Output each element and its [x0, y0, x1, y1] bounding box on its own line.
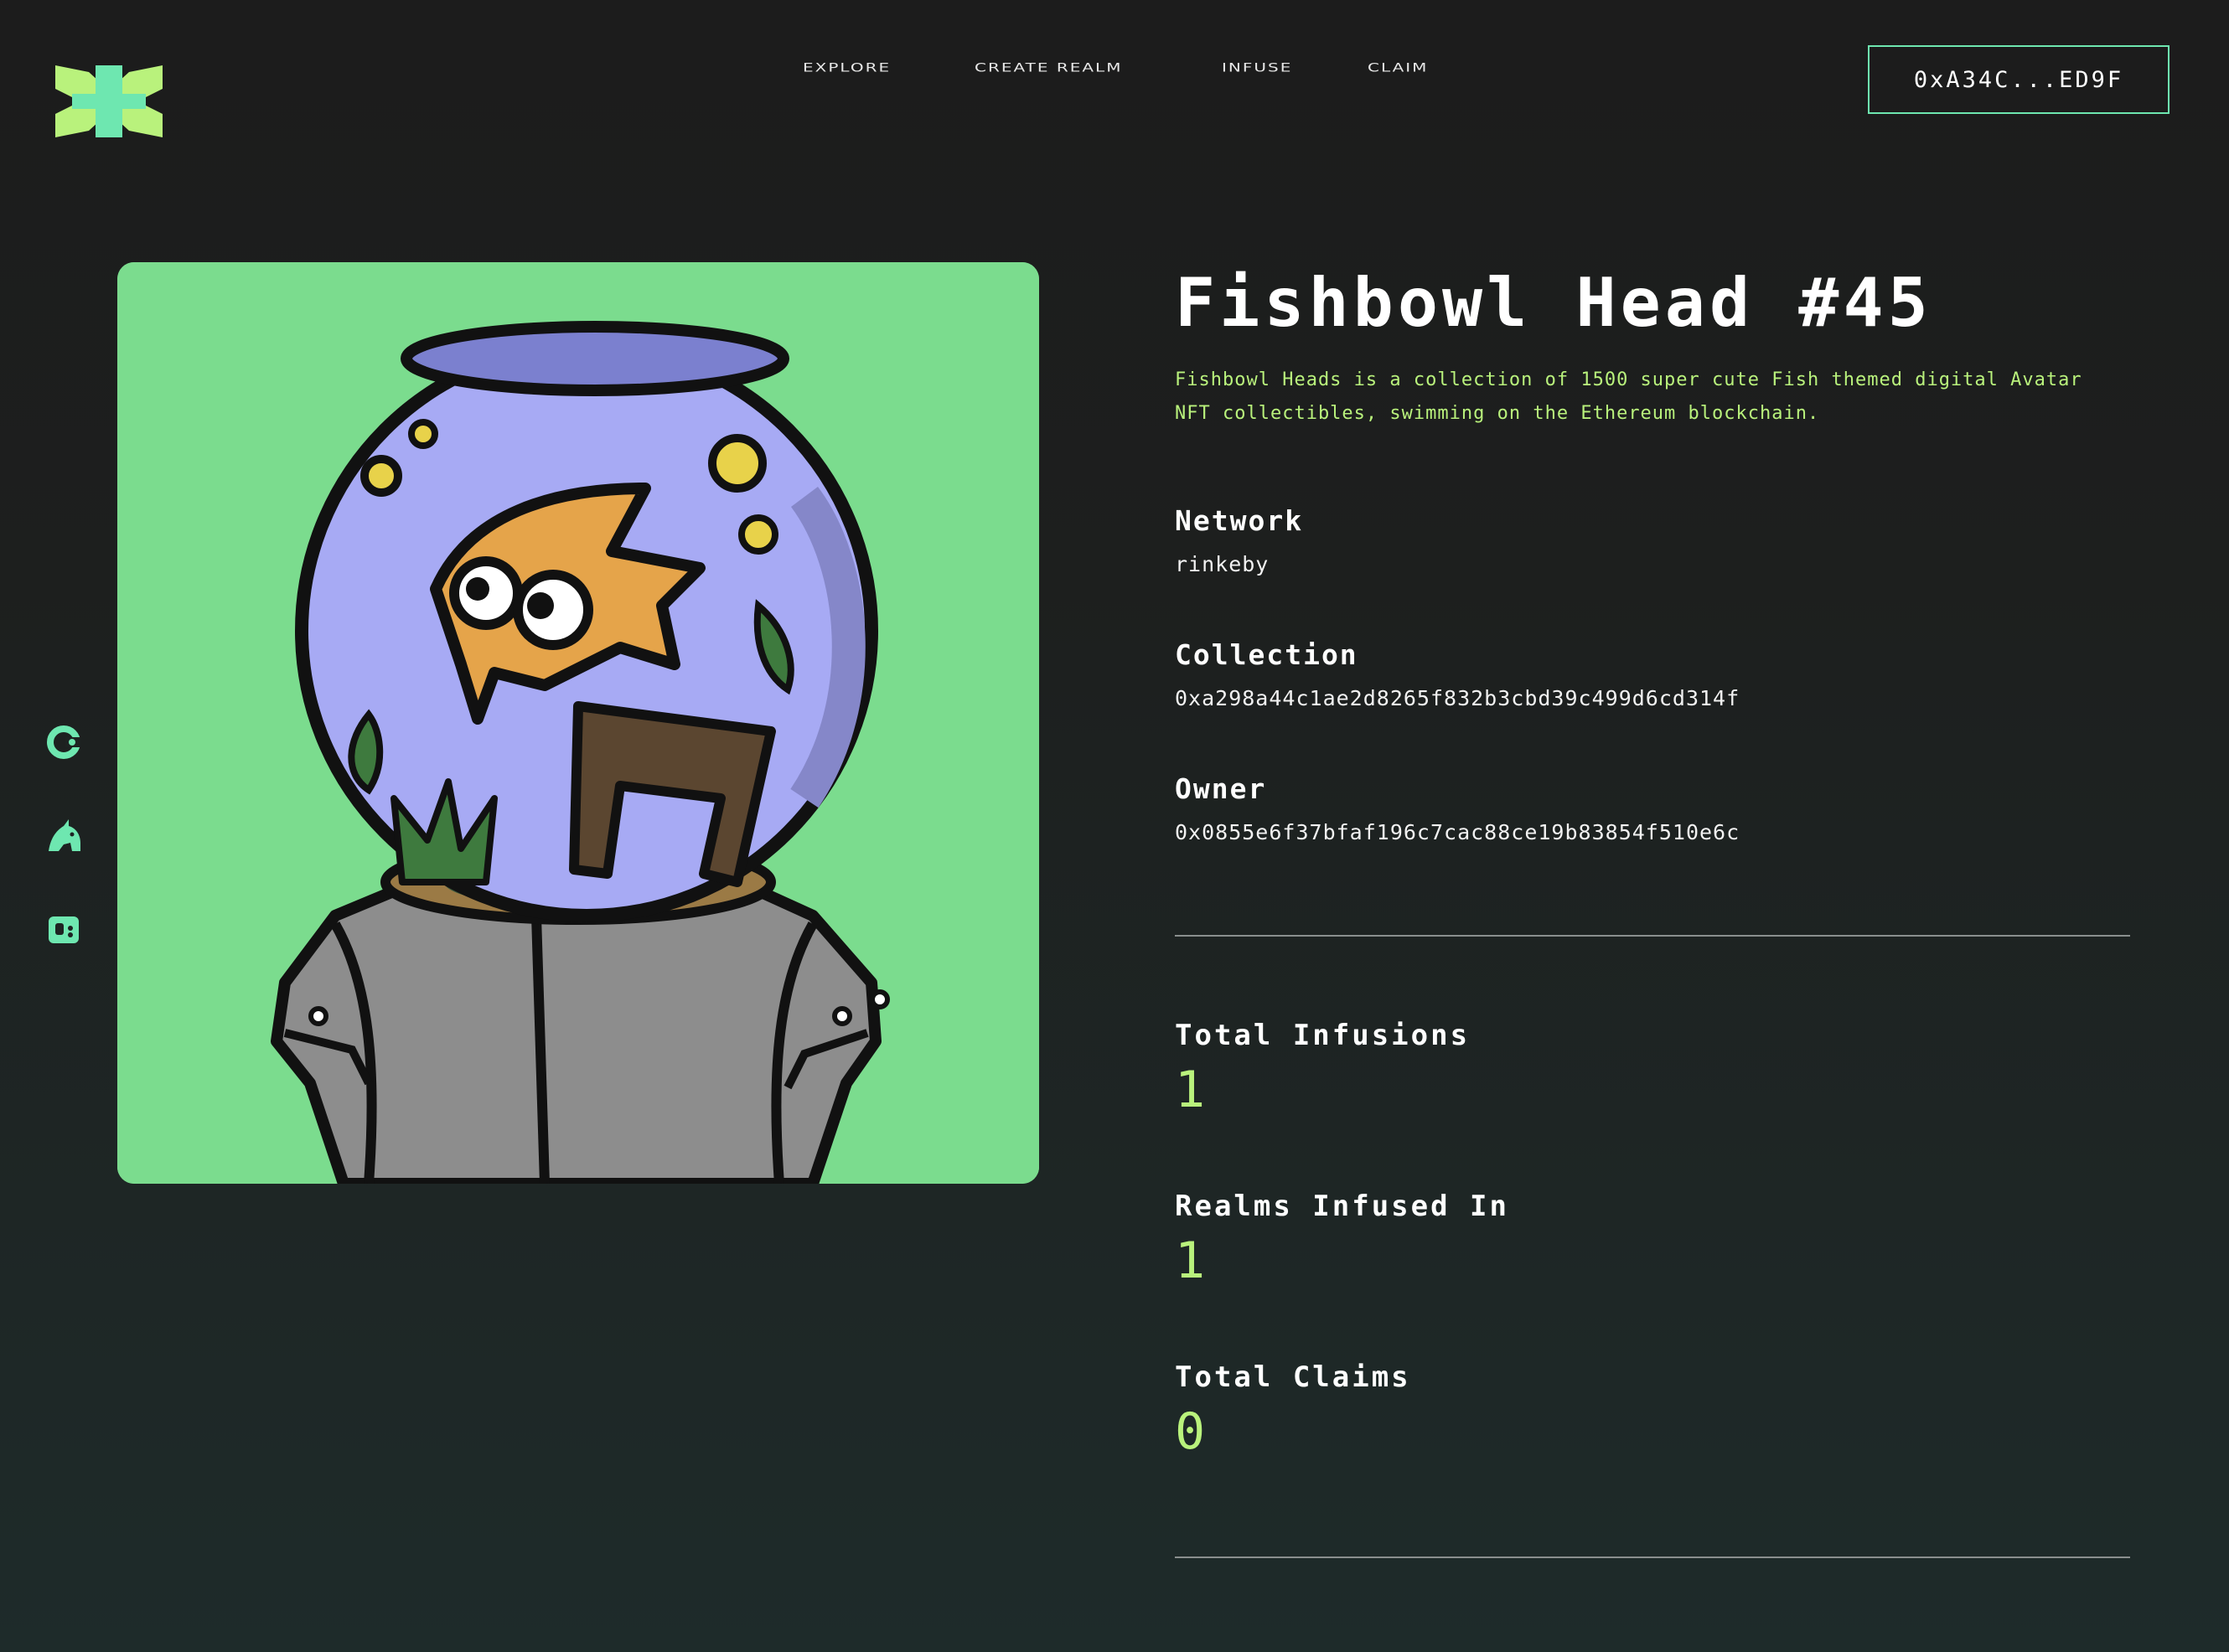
opensea-c-icon[interactable]: [44, 722, 84, 762]
stat-realms-infused-in: Realms Infused In 1: [1175, 1190, 1509, 1290]
nav-create-realm[interactable]: CREATE REALM: [975, 60, 1122, 75]
stat-total-infusions: Total Infusions 1: [1175, 1019, 1470, 1119]
stat-label: Realms Infused In: [1175, 1190, 1509, 1223]
wallet-address-button[interactable]: 0xA34C...ED9F: [1868, 45, 2170, 114]
nft-title: Fishbowl Head #45: [1175, 264, 1932, 342]
nav-explore[interactable]: EXPLORE: [803, 60, 891, 75]
nav-claim[interactable]: CLAIM: [1368, 60, 1428, 75]
unicorn-icon[interactable]: [44, 816, 84, 856]
stat-total-claims: Total Claims 0: [1175, 1360, 1411, 1461]
property-value: rinkeby: [1175, 552, 1270, 576]
nft-description: Fishbowl Heads is a collection of 1500 s…: [1175, 369, 2082, 424]
discord-icon[interactable]: [44, 910, 84, 950]
property-value: 0xa298a44c1ae2d8265f832b3cbd39c499d6cd31…: [1175, 686, 1740, 710]
property-network: Network rinkeby: [1175, 504, 1303, 576]
stat-value: 0: [1175, 1402, 1206, 1461]
property-label: Collection: [1175, 638, 1358, 671]
divider: [1175, 1556, 2130, 1558]
property-value: 0x0855e6f37bfaf196c7cac88ce19b83854f510e…: [1175, 820, 1740, 844]
stat-value: 1: [1175, 1231, 1206, 1290]
nft-details: Fishbowl Head #45 Fishbowl Heads is a co…: [1175, 264, 2130, 1558]
property-collection: Collection 0xa298a44c1ae2d8265f832b3cbd3…: [1175, 638, 1740, 710]
nft-image: [117, 262, 1039, 1184]
stat-label: Total Claims: [1175, 1360, 1411, 1394]
property-label: Network: [1175, 504, 1304, 537]
logo-icon: [55, 65, 163, 137]
stat-label: Total Infusions: [1175, 1019, 1471, 1052]
divider: [1175, 935, 2130, 937]
property-owner: Owner 0x0855e6f37bfaf196c7cac88ce19b8385…: [1175, 772, 1740, 844]
stat-value: 1: [1175, 1061, 1206, 1119]
nav-infuse[interactable]: INFUSE: [1222, 60, 1292, 75]
brand-logo[interactable]: [55, 65, 163, 137]
property-label: Owner: [1175, 772, 1267, 805]
